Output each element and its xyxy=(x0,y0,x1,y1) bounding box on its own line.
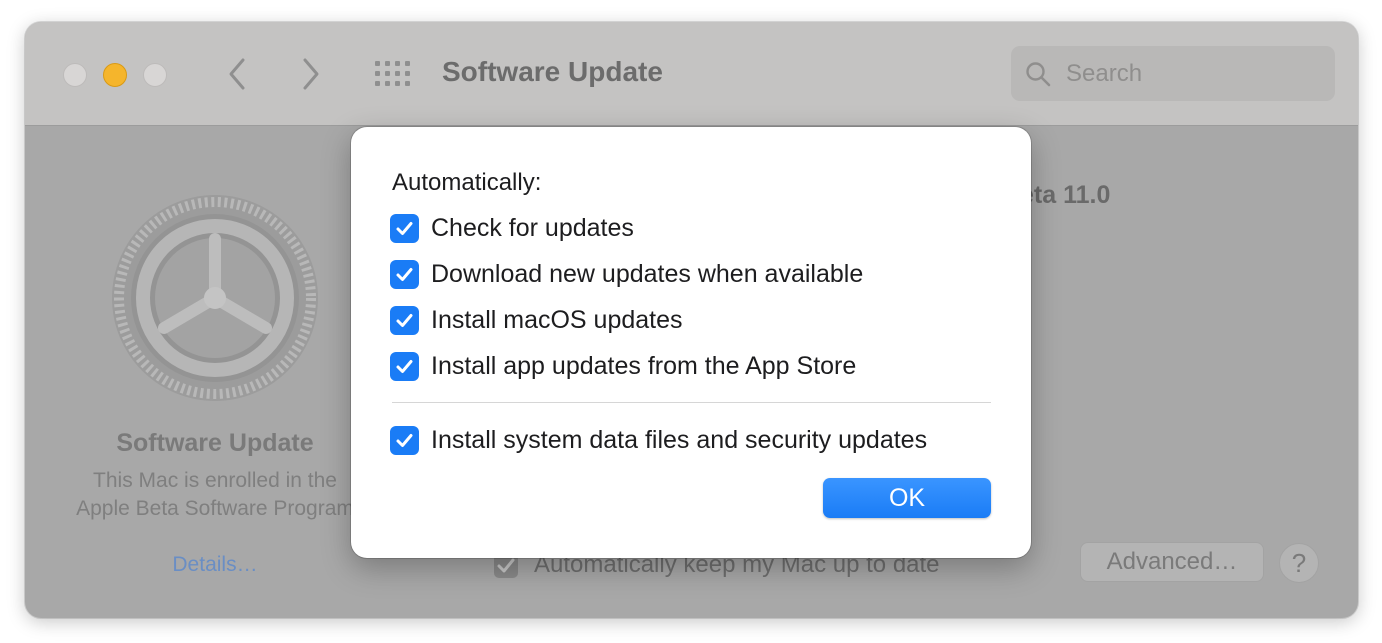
checkmark-icon xyxy=(396,221,413,235)
option-label: Install app updates from the App Store xyxy=(431,351,857,380)
check-for-updates-option[interactable]: Check for updates xyxy=(390,213,634,243)
zoom-button[interactable] xyxy=(143,63,167,87)
install-macos-updates-option[interactable]: Install macOS updates xyxy=(390,305,683,335)
chevron-right-icon[interactable] xyxy=(299,56,323,92)
search-field[interactable]: Search xyxy=(1011,46,1335,101)
chevron-left-icon[interactable] xyxy=(225,56,249,92)
minimize-button[interactable] xyxy=(103,63,127,87)
title-bar: Software Update Search xyxy=(25,22,1358,126)
install-app-updates-option[interactable]: Install app updates from the App Store xyxy=(390,351,856,381)
install-security-updates-option[interactable]: Install system data files and security u… xyxy=(390,425,927,455)
pane-title: Software Update xyxy=(116,429,314,457)
gear-icon xyxy=(112,195,318,401)
option-label: Check for updates xyxy=(431,213,634,242)
checkmark-icon xyxy=(396,267,413,281)
version-label: eta 11.0 xyxy=(1020,181,1111,209)
ok-button[interactable]: OK xyxy=(823,478,991,518)
option-label: Install macOS updates xyxy=(431,305,683,334)
checkbox[interactable] xyxy=(390,259,419,289)
window-title: Software Update xyxy=(442,56,663,87)
search-icon xyxy=(1026,62,1051,87)
grid-icon[interactable] xyxy=(374,60,412,88)
checkmark-icon xyxy=(396,359,413,373)
option-label: Download new updates when available xyxy=(431,259,864,288)
advanced-button[interactable]: Advanced… xyxy=(1080,542,1264,582)
checkbox[interactable] xyxy=(390,351,419,381)
divider xyxy=(392,402,991,403)
sheet-heading: Automatically: xyxy=(392,169,542,196)
checkbox[interactable] xyxy=(390,305,419,335)
automatic-updates-sheet: Automatically: Check for updates Downloa… xyxy=(351,127,1031,558)
option-label: Install system data files and security u… xyxy=(431,425,928,454)
search-placeholder: Search xyxy=(1066,60,1143,87)
download-updates-option[interactable]: Download new updates when available xyxy=(390,259,863,289)
checkmark-icon xyxy=(396,433,413,447)
help-button[interactable]: ? xyxy=(1279,543,1319,583)
checkbox[interactable] xyxy=(390,213,419,243)
checkmark-icon xyxy=(396,313,413,327)
enrollment-description: This Mac is enrolled in the Apple Beta S… xyxy=(76,469,354,520)
details-link[interactable]: Details… xyxy=(65,553,365,577)
checkbox[interactable] xyxy=(390,425,419,455)
close-button[interactable] xyxy=(63,63,87,87)
